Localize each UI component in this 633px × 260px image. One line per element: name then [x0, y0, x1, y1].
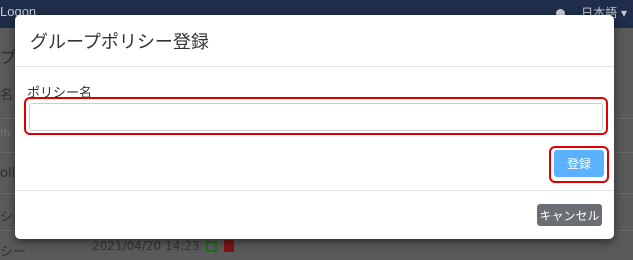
trash-icon[interactable] — [224, 240, 234, 252]
background-row-date: 2021/04/20 14:23 — [92, 239, 200, 253]
background-row-name: シー — [0, 245, 27, 260]
background-column-header: 名 — [0, 88, 14, 103]
register-button[interactable]: 登録 — [554, 150, 604, 177]
modal-footer-divider — [15, 190, 614, 191]
group-policy-register-modal: グループポリシー登録 ポリシー名 登録 キャンセル — [15, 15, 614, 239]
modal-header-divider — [15, 66, 614, 67]
background-page-title: プ — [0, 48, 17, 67]
policy-name-input[interactable] — [29, 103, 603, 131]
edit-icon[interactable] — [206, 241, 217, 252]
background-filter-text: th — [0, 128, 11, 139]
cancel-button[interactable]: キャンセル — [537, 204, 602, 226]
modal-title: グループポリシー登録 — [30, 32, 209, 53]
